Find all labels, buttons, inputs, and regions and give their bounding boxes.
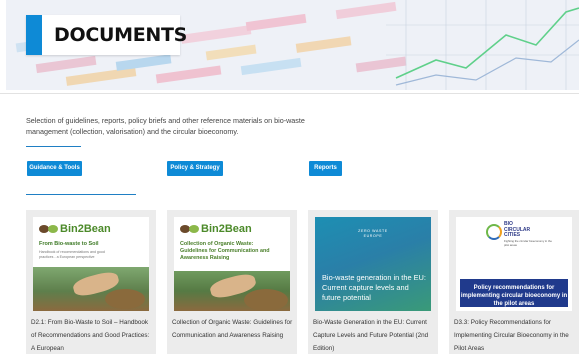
filters-underline [26, 194, 136, 195]
zero-waste-europe-logo: ZERO WASTE EUROPE [358, 229, 388, 238]
filter-button-reports[interactable]: Reports [309, 161, 342, 176]
bin2bean-logo: Bin2Bean [39, 223, 111, 235]
document-caption[interactable]: D2.1: From Bio-Waste to Soil – Handbook … [31, 316, 153, 355]
leaf-icon [48, 225, 58, 233]
filter-button-policy-strategy[interactable]: Policy & Strategy [167, 161, 223, 176]
document-caption[interactable]: Collection of Organic Waste: Guidelines … [172, 316, 294, 342]
document-caption[interactable]: D3.3: Policy Recommendations for Impleme… [454, 316, 576, 355]
page-title: DOCUMENTS [54, 24, 188, 46]
intro-underline [26, 146, 81, 147]
logo-tagline: Fighting the circular bioeconomy in the … [504, 239, 552, 247]
intro-text: Selection of guidelines, reports, policy… [26, 116, 305, 136]
document-card[interactable]: ZERO WASTE EUROPE Bio-waste generation i… [308, 210, 438, 354]
document-cover[interactable]: Bin2Bean From Bio-waste to Soil Handbook… [33, 217, 149, 311]
document-cover[interactable]: BIO CIRCULAR CITIES Fighting the circula… [456, 217, 572, 311]
document-card[interactable]: Bin2Bean From Bio-waste to Soil Handbook… [26, 210, 156, 354]
bio-circular-cities-logo: BIO CIRCULAR CITIES [504, 221, 531, 238]
cover-title: Bio-waste generation in the EU: Current … [322, 273, 426, 302]
document-cover[interactable]: Bin2Bean Collection of Organic Waste: Gu… [174, 217, 290, 311]
bio-circular-cities-logo-icon [486, 224, 502, 240]
bin2bean-logo: Bin2Bean [180, 223, 252, 235]
cover-title: Policy recommendations for implementing … [460, 279, 568, 307]
document-card[interactable]: BIO CIRCULAR CITIES Fighting the circula… [449, 210, 579, 354]
hero-banner: DOCUMENTS [6, 0, 579, 90]
hero-divider [0, 93, 579, 94]
leaf-icon [189, 225, 199, 233]
cover-title: Collection of Organic Waste: Guidelines … [180, 241, 270, 261]
page-title-box: DOCUMENTS [26, 15, 187, 55]
document-cover[interactable]: ZERO WASTE EUROPE Bio-waste generation i… [315, 217, 431, 311]
document-card[interactable]: Bin2Bean Collection of Organic Waste: Gu… [167, 210, 297, 354]
title-accent-bar [26, 15, 42, 55]
document-caption[interactable]: Bio-Waste Generation in the EU: Current … [313, 316, 435, 355]
soil-photo [33, 267, 149, 311]
cover-title: From Bio-waste to Soil [39, 241, 99, 247]
cover-subtitle: Handbook of recommendations and good pra… [39, 250, 105, 259]
compost-photo [174, 271, 290, 311]
filter-button-guidance-tools[interactable]: Guidance & Tools [27, 161, 82, 176]
